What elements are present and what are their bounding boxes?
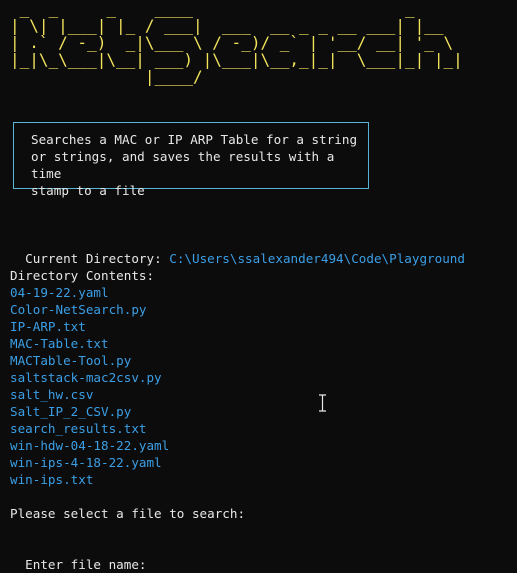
file-list-item: win-hdw-04-18-22.yaml [10,438,170,453]
file-list-item: Salt_IP_2_CSV.py [10,404,132,419]
file-list-item: salt_hw.csv [10,387,94,402]
file-list-item: win-ips.txt [10,472,94,487]
current-directory-line: Current Directory: C:\Users\ssalexander4… [10,233,465,267]
file-list-item: 04-19-22.yaml [10,285,109,300]
directory-file-list: 04-19-22.yaml Color-NetSearch.py IP-ARP.… [10,284,169,488]
select-file-prompt: Please select a file to search: [10,506,246,521]
file-list-item: win-ips-4-18-22.yaml [10,455,162,470]
file-list-item: MAC-Table.txt [10,336,109,351]
enter-file-name-label: Enter file name: [25,557,147,572]
description-box: Searches a MAC or IP ARP Table for a str… [13,122,369,198]
current-directory-path: C:\Users\ssalexander494\Code\Playground [169,251,465,266]
i-beam-cursor-icon [319,394,326,412]
current-directory-label: Current Directory: [25,251,170,266]
enter-file-name-prompt[interactable]: Enter file name: [10,539,147,573]
file-list-item: search_results.txt [10,421,147,436]
netsearch-ascii-banner: _ _ _ ____ _ | \| |___| |_ / ___| ___ __… [10,0,463,86]
description-text: Searches a MAC or IP ARP Table for a str… [31,132,358,198]
file-list-item: saltstack-mac2csv.py [10,370,162,385]
file-list-item: MACTable-Tool.py [10,353,132,368]
directory-contents-label: Directory Contents: [10,268,155,283]
file-list-item: IP-ARP.txt [10,319,86,334]
file-list-item: Color-NetSearch.py [10,302,147,317]
